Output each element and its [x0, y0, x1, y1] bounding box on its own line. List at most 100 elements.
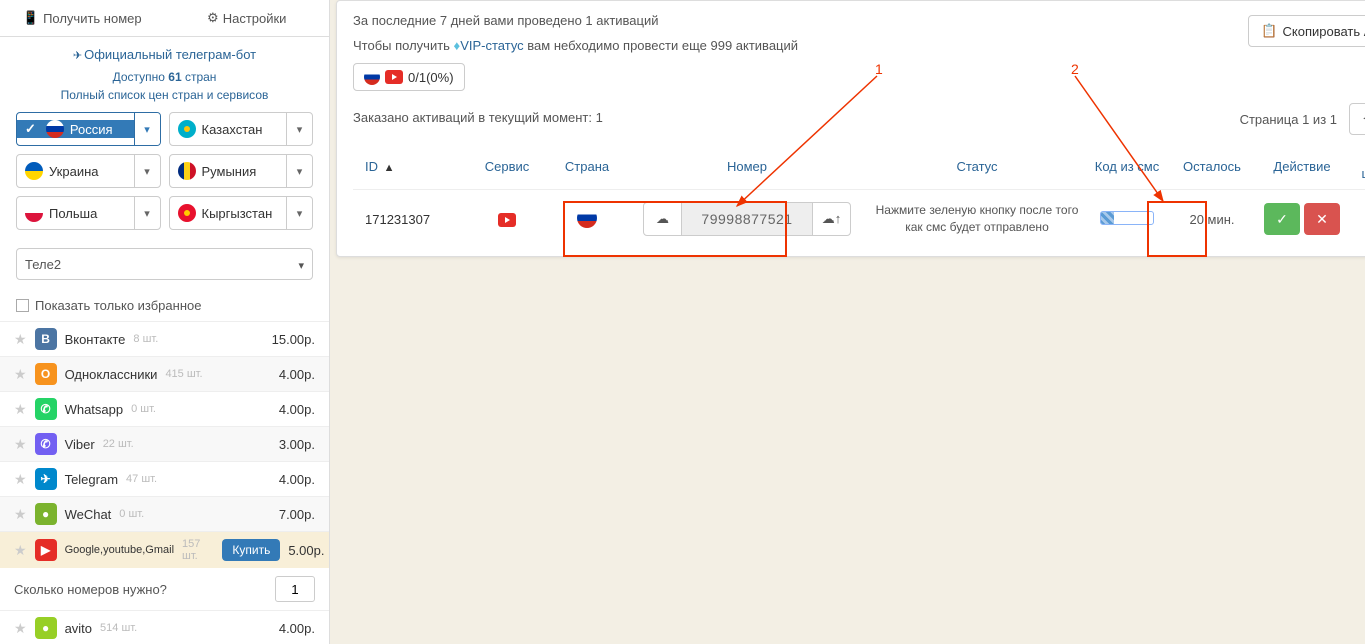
- vip-status-link[interactable]: VIP-статус: [460, 38, 524, 53]
- tab-label: Настройки: [223, 11, 287, 26]
- cell-id: 171231307: [357, 212, 467, 227]
- service-item[interactable]: ★ B Вконтакте 8 шт. 15.00p.: [0, 321, 329, 356]
- star-icon[interactable]: ★: [14, 620, 27, 637]
- activation-pill[interactable]: 0/1(0%): [353, 63, 465, 91]
- flag-ru-icon: [364, 69, 380, 85]
- service-item[interactable]: ★ ✆ Viber 22 шт. 3.00p.: [0, 426, 329, 461]
- activations-table: ID ▲ Сервис Страна Номер Статус Код из с…: [353, 143, 1365, 248]
- service-name: avito: [65, 621, 92, 636]
- chevron-down-icon[interactable]: [134, 197, 160, 229]
- service-icon: ●: [35, 503, 57, 525]
- country-kyrgyzstan[interactable]: Кыргызстан: [169, 196, 314, 230]
- chevron-down-icon: [298, 257, 304, 272]
- service-item[interactable]: ★ ● avito 514 шт. 4.00p.: [0, 610, 329, 644]
- service-price: 4.00p.: [279, 402, 315, 417]
- star-icon[interactable]: ★: [14, 471, 27, 488]
- country-kazakhstan[interactable]: Казахстан: [169, 112, 314, 146]
- flag-kg-icon: [178, 204, 196, 222]
- star-icon[interactable]: ★: [14, 506, 27, 523]
- tab-get-number[interactable]: 📱 Получить номер: [0, 0, 165, 36]
- service-item[interactable]: ★ ✆ Whatsapp 0 шт. 4.00p.: [0, 391, 329, 426]
- cell-country: [547, 208, 627, 231]
- service-count: 157 шт.: [182, 538, 200, 562]
- col-country[interactable]: Страна: [547, 159, 627, 174]
- chevron-down-icon[interactable]: [286, 197, 312, 229]
- annotation-label-2: 2: [1071, 61, 1079, 77]
- cell-service: [467, 211, 547, 227]
- tab-settings[interactable]: ⚙ Настройки: [165, 0, 330, 36]
- country-label: Кыргызстан: [202, 206, 273, 221]
- service-price: 15.00p.: [272, 332, 315, 347]
- service-price: 4.00p.: [279, 472, 315, 487]
- services-list: ★ B Вконтакте 8 шт. 15.00p. ★ O Одноклас…: [0, 321, 329, 644]
- vip-status-text: Чтобы получить ♦VIP-статус вам небходимо…: [353, 38, 1365, 53]
- favorites-only-row[interactable]: Показать только избранное: [0, 290, 329, 321]
- col-full-sms[interactable]: SMS целиком: [1347, 151, 1365, 181]
- star-icon[interactable]: ★: [14, 401, 27, 418]
- price-list-link[interactable]: Полный список цен стран и сервисов: [0, 86, 329, 104]
- buy-quantity-row: Сколько номеров нужно?: [0, 568, 329, 610]
- copy-api-key-button[interactable]: 📋 Скопировать API ключ: [1248, 15, 1365, 47]
- service-name: WeChat: [65, 507, 112, 522]
- sort-asc-icon: ▲: [384, 162, 395, 174]
- telegram-bot-link[interactable]: Официальный телеграм-бот: [0, 37, 329, 68]
- operator-select[interactable]: Теле2: [16, 248, 313, 280]
- page-indicator: Страница 1 из 1: [1240, 112, 1337, 127]
- service-item[interactable]: ★ ▶ Google,youtube,Gmail 157 шт. Купить …: [0, 531, 329, 568]
- service-item[interactable]: ★ O Одноклассники 415 шт. 4.00p.: [0, 356, 329, 391]
- col-number[interactable]: Номер: [627, 159, 867, 174]
- chevron-down-icon[interactable]: [286, 155, 312, 187]
- flag-ro-icon: [178, 162, 196, 180]
- col-code[interactable]: Код из смс: [1087, 159, 1167, 174]
- service-item[interactable]: ★ ● WeChat 0 шт. 7.00p.: [0, 496, 329, 531]
- buy-button[interactable]: Купить: [222, 539, 280, 561]
- service-name: Whatsapp: [65, 402, 124, 417]
- gear-icon: ⚙: [207, 10, 219, 26]
- page-prev-button[interactable]: ◄: [1349, 103, 1365, 135]
- countries-available: Доступно 61 стран: [0, 68, 329, 86]
- confirm-button[interactable]: ✓: [1264, 203, 1300, 235]
- service-price: 4.00p.: [279, 367, 315, 382]
- col-status[interactable]: Статус: [867, 159, 1087, 174]
- star-icon[interactable]: ★: [14, 366, 27, 383]
- flag-ru-icon: [577, 208, 597, 228]
- country-poland[interactable]: Польша: [16, 196, 161, 230]
- service-icon: O: [35, 363, 57, 385]
- service-icon: B: [35, 328, 57, 350]
- qty-input[interactable]: [275, 576, 315, 602]
- col-action[interactable]: Действие: [1257, 159, 1347, 174]
- service-name: Вконтакте: [65, 332, 126, 347]
- service-item[interactable]: ★ ✈ Telegram 47 шт. 4.00p.: [0, 461, 329, 496]
- main-area: 📋 Скопировать API ключ За последние 7 дн…: [330, 0, 1365, 644]
- country-ukraine[interactable]: Украина: [16, 154, 161, 188]
- service-icon: ●: [35, 617, 57, 639]
- cell-code: [1087, 211, 1167, 228]
- service-price: 5.00p.: [288, 543, 324, 558]
- star-icon[interactable]: ★: [14, 331, 27, 348]
- country-label: Россия: [70, 122, 113, 137]
- country-grid: Россия Казахстан Украина Румыния Польша …: [0, 104, 329, 242]
- star-icon[interactable]: ★: [14, 542, 27, 559]
- star-icon[interactable]: ★: [14, 436, 27, 453]
- youtube-icon: [385, 70, 403, 84]
- service-count: 0 шт.: [131, 403, 156, 415]
- service-icon: ▶: [35, 539, 57, 561]
- chevron-down-icon[interactable]: [134, 155, 160, 187]
- phone-number-input[interactable]: [682, 203, 812, 235]
- cloud-copy-button[interactable]: ☁: [644, 203, 682, 235]
- progress-bar: [1100, 211, 1154, 225]
- col-id[interactable]: ID ▲: [357, 159, 467, 174]
- cloud-upload-button[interactable]: ☁↑: [812, 203, 850, 235]
- chevron-down-icon[interactable]: [134, 113, 160, 145]
- chevron-down-icon[interactable]: [286, 113, 312, 145]
- col-service[interactable]: Сервис: [467, 159, 547, 174]
- col-left[interactable]: Осталось: [1167, 159, 1257, 174]
- service-icon: ✈: [35, 468, 57, 490]
- country-romania[interactable]: Румыния: [169, 154, 314, 188]
- service-price: 4.00p.: [279, 621, 315, 636]
- cancel-button[interactable]: ✕: [1304, 203, 1340, 235]
- checkbox-icon[interactable]: [16, 299, 29, 312]
- service-name: Одноклассники: [65, 367, 158, 382]
- number-input-group: ☁ ☁↑: [643, 202, 851, 236]
- country-russia[interactable]: Россия: [16, 112, 161, 146]
